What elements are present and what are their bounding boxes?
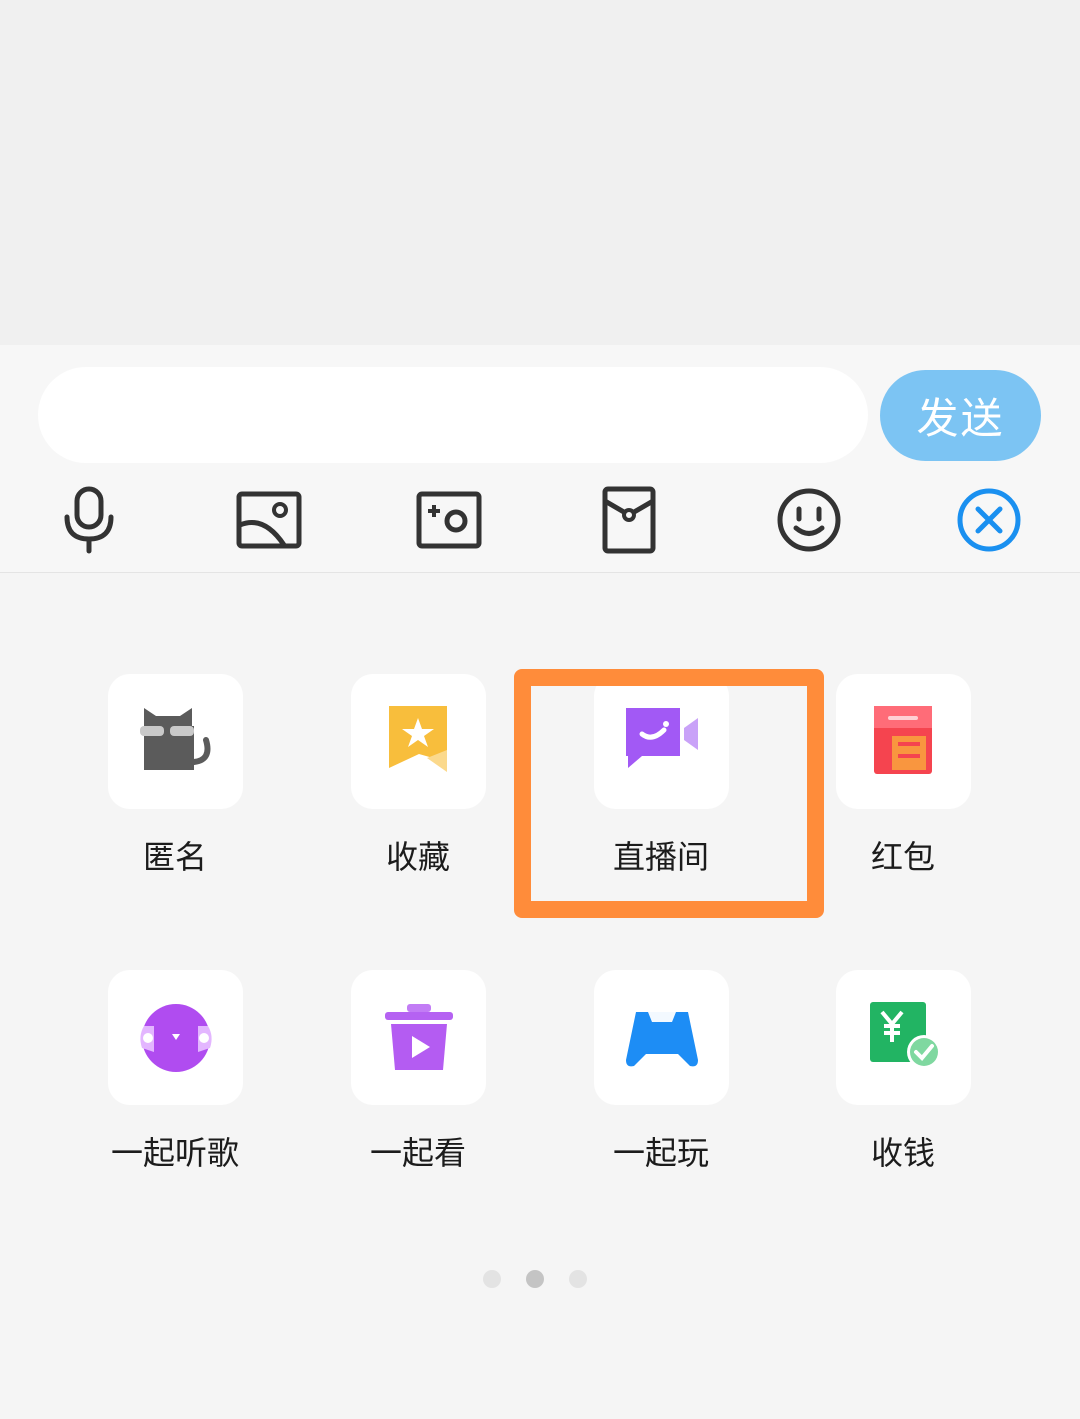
panel-item-red-packet[interactable]: 红包: [803, 674, 1003, 884]
receive-money-icon: [869, 1001, 941, 1069]
red-packet-icon[interactable]: [594, 485, 664, 555]
tile: [836, 674, 971, 809]
panel-item-label: 匿名: [142, 838, 207, 876]
chat-message-area: [0, 0, 1080, 345]
panel-item-label: 一起看: [369, 1134, 466, 1172]
send-button[interactable]: 发送: [880, 370, 1041, 461]
panel-item-anonymous[interactable]: 匿名: [75, 674, 275, 884]
panel-item-watch-together[interactable]: 一起看: [318, 970, 518, 1180]
tile: [351, 970, 486, 1105]
message-input[interactable]: [38, 367, 868, 463]
panel-item-label: 收藏: [385, 838, 450, 876]
red-packet-icon: [873, 705, 932, 774]
anonymous-cat-icon: [139, 707, 210, 770]
panel-item-favorites[interactable]: 收藏: [318, 674, 518, 884]
page-dot-active[interactable]: [526, 1270, 544, 1288]
emoji-icon[interactable]: [774, 485, 844, 555]
play-together-icon: [625, 1011, 698, 1066]
microphone-icon[interactable]: [54, 485, 124, 555]
input-bar: 发送: [0, 345, 1080, 573]
tile: [108, 970, 243, 1105]
tile: [351, 674, 486, 809]
listen-together-icon: [139, 1003, 212, 1072]
panel-item-label: 收钱: [870, 1134, 935, 1172]
page-dot[interactable]: [483, 1270, 501, 1288]
page-indicator: [0, 1270, 1080, 1290]
watch-together-icon: [384, 1003, 453, 1070]
favorites-icon: [388, 705, 447, 772]
panel-item-receive-money[interactable]: 收钱: [803, 970, 1003, 1180]
tile: [836, 970, 971, 1105]
panel-item-listen-together[interactable]: 一起听歌: [75, 970, 275, 1180]
camera-icon[interactable]: [414, 485, 484, 555]
tile: [108, 674, 243, 809]
panel-item-label: 一起听歌: [110, 1134, 239, 1172]
page-dot[interactable]: [569, 1270, 587, 1288]
close-panel-icon[interactable]: [954, 485, 1024, 555]
tile: [594, 970, 729, 1105]
panel-item-play-together[interactable]: 一起玩: [561, 970, 761, 1180]
image-icon[interactable]: [234, 485, 304, 555]
panel-item-label: 红包: [870, 838, 935, 876]
highlight-box: [514, 669, 824, 918]
panel-item-label: 一起玩: [612, 1134, 709, 1172]
